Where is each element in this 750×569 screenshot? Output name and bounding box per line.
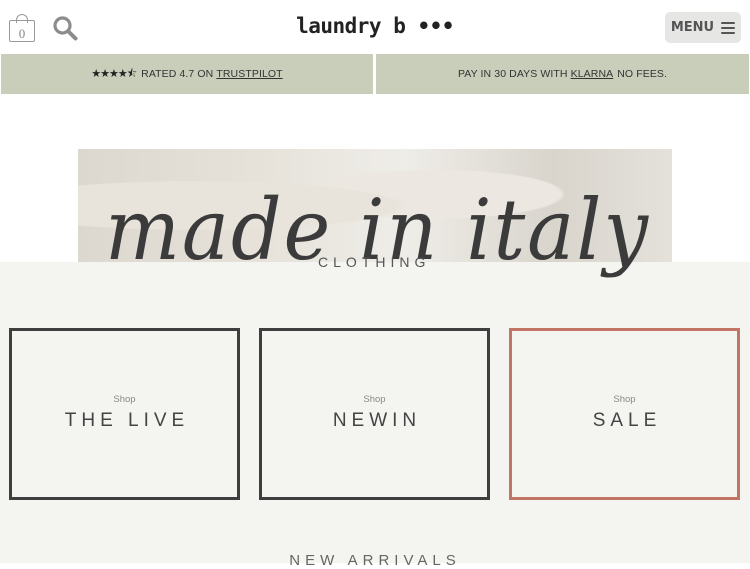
brand-logo[interactable]: laundry b ••• (0, 14, 750, 38)
pay-suffix: NO FEES. (617, 68, 668, 80)
tile-shop-label: Shop (613, 394, 636, 405)
tile-title: THE LIVE (64, 410, 190, 431)
trustpilot-link[interactable]: TRUSTPILOT (216, 68, 282, 80)
shop-sale-tile[interactable]: Shop SALE (509, 328, 740, 500)
klarna-banner: PAY IN 30 DAYS WITH KLARNA NO FEES. (376, 54, 749, 94)
hamburger-icon (721, 21, 736, 34)
tile-shop-label: Shop (363, 394, 386, 405)
klarna-link[interactable]: KLARNA (571, 68, 614, 80)
tile-shop-label: Shop (113, 394, 136, 405)
tile-title: SALE (592, 410, 662, 431)
menu-button[interactable]: MENU (665, 12, 741, 43)
rating-stars-icon: ★★★★⯪ (91, 67, 137, 80)
menu-label: MENU (670, 20, 715, 35)
tile-title: NEWIN (332, 410, 422, 431)
hero-subtitle: CLOTHING (318, 254, 431, 270)
site-header: 0 laundry b ••• MENU (0, 0, 750, 54)
rating-text: RATED 4.7 ON (141, 68, 214, 80)
hero-banner[interactable]: made in italy CLOTHING (0, 94, 750, 472)
pay-text: PAY IN 30 DAYS WITH (457, 68, 568, 80)
rating-banner: ★★★★⯪ RATED 4.7 ON TRUSTPILOT (1, 54, 373, 94)
hero-script-title: made in italy (105, 181, 648, 279)
promo-bar: ★★★★⯪ RATED 4.7 ON TRUSTPILOT PAY IN 30 … (0, 54, 750, 94)
shop-the-live-tile[interactable]: Shop THE LIVE (9, 328, 240, 500)
shop-new-in-tile[interactable]: Shop NEWIN (259, 328, 490, 500)
new-arrivals-heading: NEW ARRIVALS (289, 552, 461, 569)
